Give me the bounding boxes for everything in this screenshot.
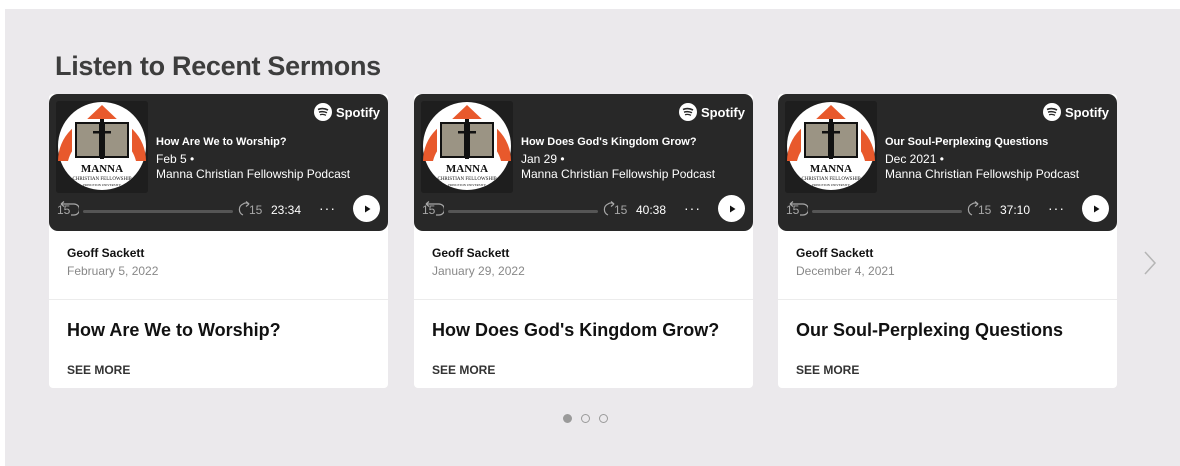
skip-forward-seconds: 15: [614, 203, 628, 217]
podcast-cover-art[interactable]: MANNA CHRISTIAN FELLOWSHIP PRINCETON UNI…: [56, 101, 148, 193]
skip-back-button[interactable]: 15: [57, 200, 81, 218]
episode-date: Dec 2021 •: [885, 152, 944, 166]
skip-back-seconds: 15: [57, 203, 71, 217]
episode-title[interactable]: How Does God's Kingdom Grow?: [521, 136, 697, 148]
pagination-dot[interactable]: [581, 414, 590, 423]
more-options-button[interactable]: ···: [1048, 200, 1065, 216]
sermon-date: December 4, 2021: [796, 264, 895, 278]
card-divider: [414, 299, 753, 300]
duration: 23:34: [271, 203, 302, 217]
skip-back-seconds: 15: [786, 203, 800, 217]
card-divider: [778, 299, 1117, 300]
see-more-link[interactable]: SEE MORE: [796, 363, 859, 377]
carousel-pagination: [563, 414, 608, 423]
duration: 37:10: [1000, 203, 1031, 217]
podcast-name[interactable]: Manna Christian Fellowship Podcast: [521, 167, 715, 181]
card-divider: [49, 299, 388, 300]
sermon-card: MANNA CHRISTIAN FELLOWSHIP PRINCETON UNI…: [778, 94, 1117, 388]
spotify-icon: [313, 103, 332, 121]
sermon-card: MANNA CHRISTIAN FELLOWSHIP PRINCETON UNI…: [414, 94, 753, 388]
podcast-name[interactable]: Manna Christian Fellowship Podcast: [885, 167, 1079, 181]
svg-text:PRINCETON UNIVERSITY: PRINCETON UNIVERSITY: [448, 183, 486, 187]
episode-date: Jan 29 •: [521, 152, 565, 166]
more-options-button[interactable]: ···: [684, 200, 701, 216]
skip-forward-button[interactable]: 15: [603, 198, 637, 218]
spotify-label: Spotify: [700, 104, 745, 120]
sermon-date: February 5, 2022: [67, 264, 159, 278]
see-more-link[interactable]: SEE MORE: [432, 363, 495, 377]
episode-title[interactable]: How Are We to Worship?: [156, 136, 287, 148]
svg-text:CHRISTIAN FELLOWSHIP: CHRISTIAN FELLOWSHIP: [437, 177, 496, 182]
play-button[interactable]: [353, 195, 380, 222]
play-icon: [729, 205, 735, 212]
sermon-date: January 29, 2022: [432, 264, 525, 278]
skip-back-seconds: 15: [422, 203, 436, 217]
play-icon: [364, 205, 370, 212]
section-title: Listen to Recent Sermons: [55, 51, 381, 81]
spotify-label: Spotify: [335, 104, 380, 120]
spotify-logo[interactable]: Spotify: [313, 102, 380, 122]
skip-forward-button[interactable]: 15: [967, 198, 1001, 218]
progress-bar[interactable]: [448, 210, 598, 213]
progress-bar[interactable]: [812, 210, 962, 213]
manna-logo-icon: MANNA CHRISTIAN FELLOWSHIP PRINCETON UNI…: [421, 101, 513, 193]
podcast-cover-art[interactable]: MANNA CHRISTIAN FELLOWSHIP PRINCETON UNI…: [785, 101, 877, 193]
svg-text:MANNA: MANNA: [446, 163, 488, 175]
play-icon: [1093, 205, 1099, 212]
skip-back-button[interactable]: 15: [422, 200, 446, 218]
progress-bar[interactable]: [83, 210, 233, 213]
episode-title[interactable]: Our Soul-Perplexing Questions: [885, 136, 1048, 148]
skip-back-button[interactable]: 15: [786, 200, 810, 218]
svg-text:CHRISTIAN FELLOWSHIP: CHRISTIAN FELLOWSHIP: [72, 177, 131, 182]
skip-forward-seconds: 15: [249, 203, 263, 217]
sermon-card: MANNA CHRISTIAN FELLOWSHIP PRINCETON UNI…: [49, 94, 388, 388]
svg-text:MANNA: MANNA: [81, 163, 123, 175]
sermon-author: Geoff Sackett: [432, 246, 510, 260]
play-button[interactable]: [1082, 195, 1109, 222]
svg-text:PRINCETON UNIVERSITY: PRINCETON UNIVERSITY: [83, 183, 121, 187]
play-button[interactable]: [718, 195, 745, 222]
spotify-embed-player: MANNA CHRISTIAN FELLOWSHIP PRINCETON UNI…: [778, 94, 1117, 231]
spotify-embed-player: MANNA CHRISTIAN FELLOWSHIP PRINCETON UNI…: [414, 94, 753, 231]
svg-text:PRINCETON UNIVERSITY: PRINCETON UNIVERSITY: [812, 183, 850, 187]
skip-forward-seconds: 15: [978, 203, 992, 217]
podcast-name[interactable]: Manna Christian Fellowship Podcast: [156, 167, 350, 181]
sermon-author: Geoff Sackett: [796, 246, 874, 260]
pagination-dot[interactable]: [563, 414, 572, 423]
manna-logo-icon: MANNA CHRISTIAN FELLOWSHIP PRINCETON UNI…: [785, 101, 877, 193]
podcast-cover-art[interactable]: MANNA CHRISTIAN FELLOWSHIP PRINCETON UNI…: [421, 101, 513, 193]
duration: 40:38: [636, 203, 667, 217]
see-more-link[interactable]: SEE MORE: [67, 363, 130, 377]
chevron-right-icon: [1144, 251, 1157, 275]
spotify-label: Spotify: [1064, 104, 1109, 120]
svg-text:CHRISTIAN FELLOWSHIP: CHRISTIAN FELLOWSHIP: [801, 177, 860, 182]
spotify-embed-player: MANNA CHRISTIAN FELLOWSHIP PRINCETON UNI…: [49, 94, 388, 231]
more-options-button[interactable]: ···: [319, 200, 336, 216]
sermon-title[interactable]: Our Soul-Perplexing Questions: [796, 320, 1063, 341]
spotify-icon: [678, 103, 697, 121]
sermon-title[interactable]: How Are We to Worship?: [67, 320, 281, 341]
svg-text:MANNA: MANNA: [810, 163, 852, 175]
sermon-title[interactable]: How Does God's Kingdom Grow?: [432, 320, 719, 341]
manna-logo-icon: MANNA CHRISTIAN FELLOWSHIP PRINCETON UNI…: [56, 101, 148, 193]
episode-date: Feb 5 •: [156, 152, 195, 166]
pagination-dot[interactable]: [599, 414, 608, 423]
skip-forward-button[interactable]: 15: [238, 198, 272, 218]
carousel-next-button[interactable]: [1142, 249, 1158, 277]
sermon-author: Geoff Sackett: [67, 246, 145, 260]
spotify-logo[interactable]: Spotify: [1042, 102, 1109, 122]
spotify-icon: [1042, 103, 1061, 121]
spotify-logo[interactable]: Spotify: [678, 102, 745, 122]
